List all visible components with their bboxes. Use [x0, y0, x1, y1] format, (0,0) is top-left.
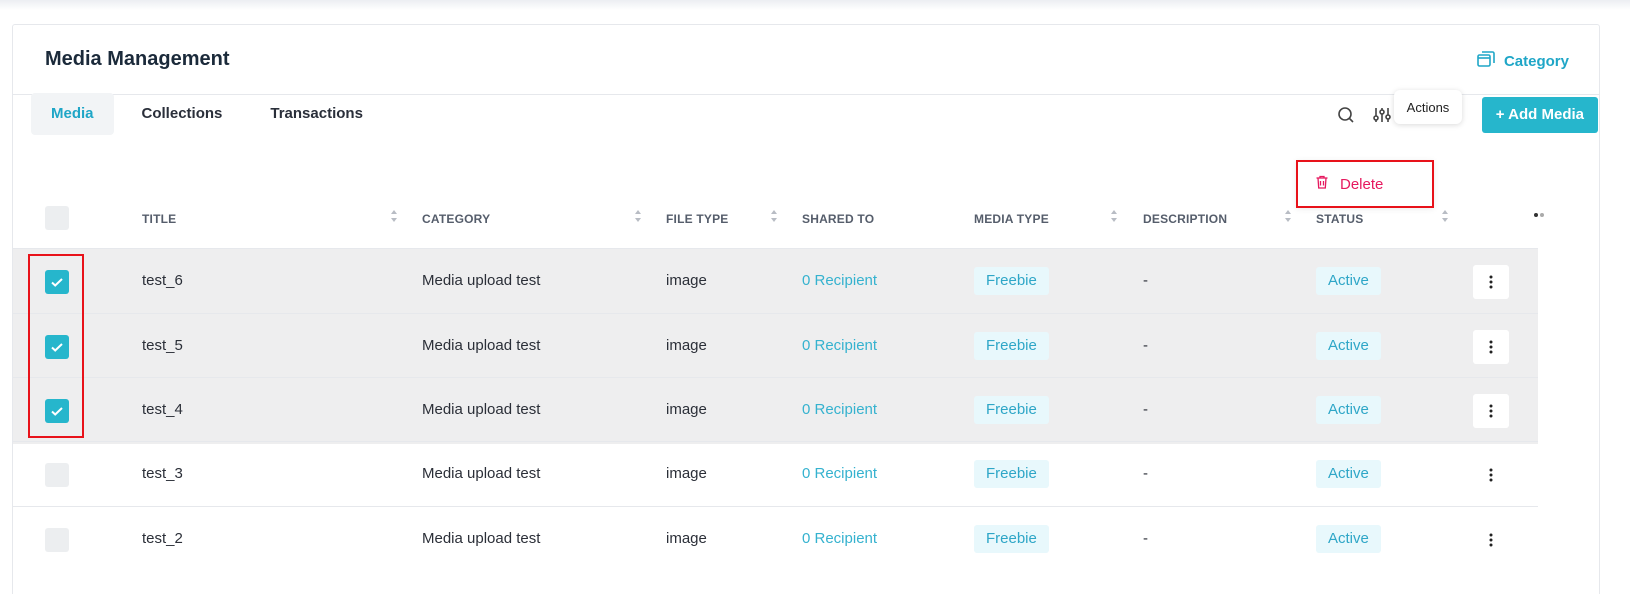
cell-shared-to-link[interactable]: 0 Recipient	[802, 530, 877, 547]
status-badge: Active	[1316, 396, 1381, 424]
row-checkbox[interactable]	[45, 270, 69, 294]
search-icon[interactable]	[1328, 97, 1364, 133]
cell-title: test_6	[142, 272, 183, 289]
category-link[interactable]: Category	[1476, 49, 1569, 73]
cell-description: -	[1143, 337, 1148, 354]
add-media-button[interactable]: + Add Media	[1481, 97, 1598, 133]
top-shadow	[0, 0, 1630, 10]
category-icon	[1476, 49, 1496, 73]
column-title[interactable]: TITLE	[142, 212, 176, 226]
cell-description: -	[1143, 401, 1148, 418]
row-more-button[interactable]	[1473, 330, 1509, 364]
column-media-type[interactable]: MEDIA TYPE	[974, 212, 1049, 226]
cell-file-type: image	[666, 337, 707, 354]
column-status[interactable]: STATUS	[1316, 212, 1363, 226]
toolbar: + Add Media	[1328, 97, 1598, 133]
tab-transactions[interactable]: Transactions	[250, 93, 383, 135]
media-type-badge: Freebie	[974, 396, 1049, 424]
sort-icon[interactable]	[1110, 209, 1118, 223]
tab-collections[interactable]: Collections	[122, 93, 243, 135]
row-more-button[interactable]	[1473, 458, 1509, 492]
table-row[interactable]: test_4 Media upload test image 0 Recipient F…	[13, 377, 1538, 444]
column-description[interactable]: DESCRIPTION	[1143, 212, 1227, 226]
sort-icon[interactable]	[1441, 209, 1449, 223]
column-settings-icon[interactable]	[1534, 213, 1544, 217]
cell-title: test_4	[142, 401, 183, 418]
table-row[interactable]: test_6 Media upload test image 0 Recipient F…	[13, 248, 1538, 315]
table-header: TITLE CATEGORY FILE TYPE SHARED TO MEDIA…	[0, 192, 1588, 248]
tab-media[interactable]: Media	[31, 93, 114, 135]
media-type-badge: Freebie	[974, 267, 1049, 295]
cell-category: Media upload test	[422, 401, 541, 418]
cell-shared-to-link[interactable]: 0 Recipient	[802, 465, 877, 482]
media-type-badge: Freebie	[974, 332, 1049, 360]
tab-bar: Media Collections Transactions	[31, 93, 383, 135]
cell-file-type: image	[666, 272, 707, 289]
sort-icon[interactable]	[770, 209, 778, 223]
delete-label: Delete	[1340, 175, 1384, 193]
media-type-badge: Freebie	[974, 525, 1049, 553]
trash-icon	[1314, 174, 1330, 194]
cell-category: Media upload test	[422, 272, 541, 289]
cell-shared-to-link[interactable]: 0 Recipient	[802, 401, 877, 418]
actions-tooltip: Actions	[1394, 90, 1462, 124]
status-badge: Active	[1316, 525, 1381, 553]
column-file-type[interactable]: FILE TYPE	[666, 212, 728, 226]
table-row[interactable]: test_3 Media upload test image 0 Recipient F…	[13, 441, 1538, 508]
sort-icon[interactable]	[390, 209, 398, 223]
sort-icon[interactable]	[634, 209, 642, 223]
cell-description: -	[1143, 272, 1148, 289]
status-badge: Active	[1316, 267, 1381, 295]
card-header: Media Management Category	[13, 25, 1599, 95]
row-more-button[interactable]	[1473, 523, 1509, 557]
row-more-button[interactable]	[1473, 265, 1509, 299]
page-title: Media Management	[45, 48, 230, 70]
category-link-label: Category	[1503, 52, 1569, 70]
row-checkbox[interactable]	[45, 335, 69, 359]
table-row[interactable]: test_2 Media upload test image 0 Recipient F…	[13, 506, 1538, 573]
cell-category: Media upload test	[422, 337, 541, 354]
row-more-button[interactable]	[1473, 394, 1509, 428]
row-checkbox[interactable]	[45, 399, 69, 423]
cell-title: test_3	[142, 465, 183, 482]
cell-title: test_2	[142, 530, 183, 547]
cell-file-type: image	[666, 530, 707, 547]
cell-file-type: image	[666, 401, 707, 418]
cell-shared-to-link[interactable]: 0 Recipient	[802, 272, 877, 289]
column-category[interactable]: CATEGORY	[422, 212, 490, 226]
sort-icon[interactable]	[1284, 209, 1292, 223]
column-shared-to: SHARED TO	[802, 212, 875, 226]
status-badge: Active	[1316, 460, 1381, 488]
media-type-badge: Freebie	[974, 460, 1049, 488]
table-row[interactable]: test_5 Media upload test image 0 Recipient F…	[13, 313, 1538, 380]
select-all-checkbox[interactable]	[45, 206, 69, 230]
cell-shared-to-link[interactable]: 0 Recipient	[802, 337, 877, 354]
cell-file-type: image	[666, 465, 707, 482]
cell-title: test_5	[142, 337, 183, 354]
cell-category: Media upload test	[422, 530, 541, 547]
row-checkbox[interactable]	[45, 528, 69, 552]
row-checkbox[interactable]	[45, 463, 69, 487]
cell-description: -	[1143, 465, 1148, 482]
status-badge: Active	[1316, 332, 1381, 360]
cell-category: Media upload test	[422, 465, 541, 482]
cell-description: -	[1143, 530, 1148, 547]
